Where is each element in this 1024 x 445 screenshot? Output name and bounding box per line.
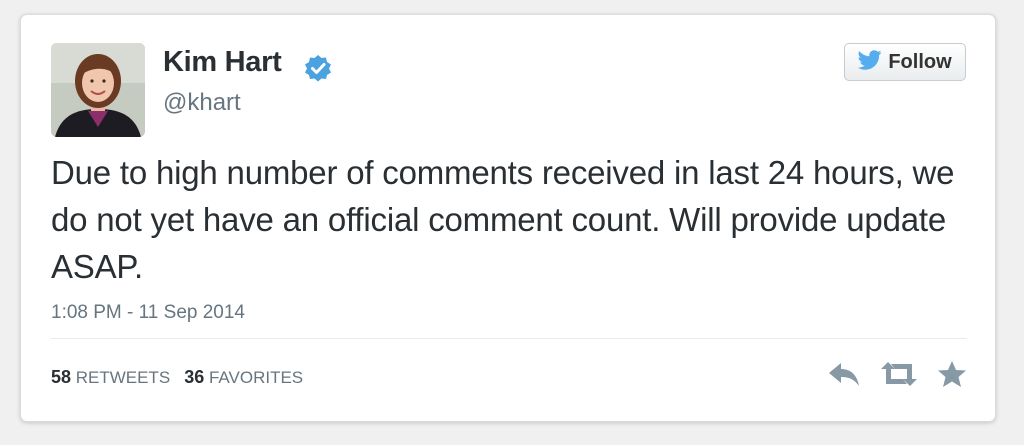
twitter-bird-icon [857,49,882,75]
avatar[interactable] [51,43,145,137]
retweets-count: 58 [51,367,72,387]
follow-button[interactable]: Follow [844,43,966,81]
favorites-label: FAVORITES [208,368,304,387]
tweet-timestamp[interactable]: 1:08 PM - 11 Sep 2014 [51,302,245,324]
display-name[interactable]: Kim Hart [163,46,282,79]
reply-icon[interactable] [827,360,861,393]
star-icon[interactable] [937,360,967,393]
tweet-stats: 58 RETWEETS 36 FAVORITES [51,367,303,388]
favorites-count: 36 [184,367,205,387]
follow-button-label: Follow [888,50,952,73]
divider [51,338,967,339]
verified-badge-icon [303,53,333,83]
tweet-text: Due to high number of comments received … [51,154,955,285]
user-handle[interactable]: @khart [163,89,241,117]
retweets-label: RETWEETS [75,368,171,387]
retweet-icon[interactable] [879,360,919,393]
tweet-actions [827,360,967,393]
tweet-card: Kim Hart @khart Follow Due to high numbe… [20,14,996,422]
favorites-stat[interactable]: 36 FAVORITES [184,367,303,388]
retweets-stat[interactable]: 58 RETWEETS [51,367,170,388]
